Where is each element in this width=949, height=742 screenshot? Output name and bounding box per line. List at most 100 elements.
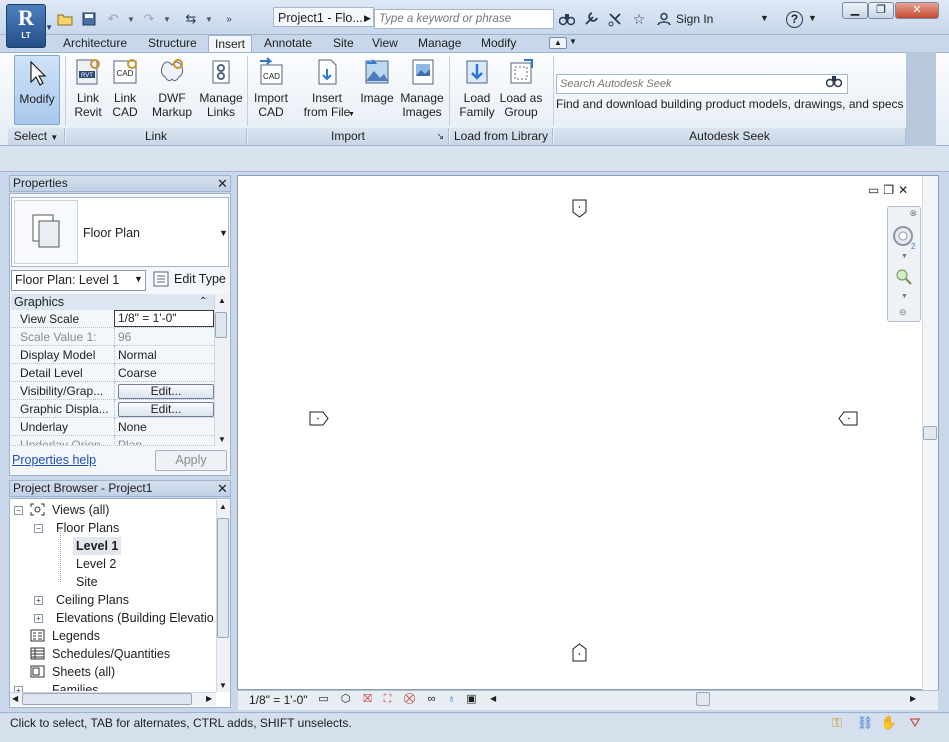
image-button[interactable]: Image (359, 55, 395, 105)
maximize-button[interactable]: ❐ (868, 2, 894, 19)
scroll-right-icon[interactable]: ▶ (206, 694, 212, 703)
redo-icon[interactable]: ↷ (140, 10, 158, 28)
prop-value[interactable]: Normal (114, 346, 214, 364)
prop-value[interactable]: Plan (114, 436, 214, 445)
search-input[interactable]: Type a keyword or phrase (374, 9, 554, 29)
dialog-launcher-icon[interactable]: ↘ (436, 128, 444, 145)
properties-help-link[interactable]: Properties help (12, 453, 96, 467)
close-icon[interactable]: ✕ (217, 481, 228, 496)
restore-icon[interactable]: ❐ (883, 183, 898, 197)
communication-center-icon[interactable] (582, 10, 600, 28)
close-button[interactable]: ✕ (895, 2, 939, 19)
scroll-up-icon[interactable]: ▲ (218, 296, 226, 305)
scrollbar-thumb[interactable] (696, 692, 710, 706)
visibility-edit-button[interactable]: Edit... (118, 384, 214, 399)
elevation-marker-north-icon[interactable] (572, 199, 587, 218)
manage-links-button[interactable]: Manage Links (197, 55, 245, 119)
expand-toggle-icon[interactable]: + (34, 596, 43, 605)
scroll-right-icon[interactable]: ▶ (910, 694, 916, 703)
tree-item-ceiling-plans[interactable]: Ceiling Plans (56, 591, 129, 609)
manage-images-button[interactable]: Manage Images (398, 55, 446, 119)
user-icon[interactable] (655, 10, 673, 28)
scrollbar-thumb[interactable] (22, 693, 192, 705)
scrollbar-thumb[interactable] (923, 426, 937, 440)
tab-insert[interactable]: Insert (208, 35, 253, 52)
options-icon[interactable]: ⊖ (899, 307, 907, 318)
chevron-down-icon[interactable]: ▼ (760, 13, 769, 23)
panel-label-select[interactable]: Select ▼ (8, 128, 65, 145)
chevron-down-icon[interactable]: ▼ (808, 13, 817, 23)
open-icon[interactable] (56, 10, 74, 28)
undo-dropdown-icon[interactable]: ▼ (122, 10, 140, 28)
sign-in-link[interactable]: Sign In (676, 12, 713, 26)
tree-item-sheets[interactable]: Sheets (all) (52, 663, 115, 681)
editable-only-icon[interactable]: ⚿ (828, 714, 846, 732)
apply-button[interactable]: Apply (155, 450, 227, 471)
close-icon[interactable]: ✕ (217, 176, 228, 191)
select-pinned-icon[interactable]: ✋ (880, 714, 898, 732)
binoculars-icon[interactable] (825, 74, 843, 91)
tree-item-legends[interactable]: Legends (52, 627, 100, 645)
seek-search-input[interactable]: Search Autodesk Seek (556, 74, 848, 94)
tree-item-views-all[interactable]: Views (all) (52, 501, 109, 519)
tab-view[interactable]: View (366, 35, 404, 52)
qat-more-icon[interactable]: » (220, 10, 238, 28)
drawing-canvas[interactable] (237, 175, 939, 690)
tree-item-families[interactable]: Families (52, 681, 99, 691)
show-crop-region-icon[interactable]: ⛶ (380, 692, 395, 707)
chevron-down-icon[interactable]: ▼ (134, 274, 143, 284)
tree-item-floor-plans[interactable]: Floor Plans (56, 519, 119, 537)
edit-type-button[interactable]: Edit Type (174, 272, 226, 286)
group-graphics[interactable]: Graphics (11, 294, 214, 310)
tab-architecture[interactable]: Architecture (57, 35, 133, 52)
reveal-hidden-icon[interactable]: ∞ (424, 692, 439, 707)
save-icon[interactable] (80, 10, 98, 28)
prop-value[interactable]: None (114, 418, 214, 436)
scrollbar-thumb[interactable] (217, 518, 229, 638)
tree-item-site[interactable]: Site (76, 573, 98, 591)
tab-modify[interactable]: Modify (475, 35, 522, 52)
application-menu-button[interactable]: R LT ▼ (6, 4, 53, 48)
scroll-left-icon[interactable]: ◀ (12, 694, 18, 703)
filter-icon[interactable]: ⛛ (906, 714, 924, 732)
tree-item-level-1[interactable]: Level 1 (73, 537, 122, 555)
visual-style-icon[interactable]: ⬡ (338, 692, 353, 707)
load-family-button[interactable]: Load Family (456, 55, 498, 119)
steering-wheel-2d-icon[interactable]: 2D (892, 225, 921, 254)
undo-icon[interactable]: ↶ (104, 10, 122, 28)
redo-dropdown-icon[interactable]: ▼ (158, 10, 176, 28)
import-cad-button[interactable]: CAD Import CAD (250, 55, 292, 119)
scroll-up-icon[interactable]: ▲ (219, 502, 227, 511)
help-icon[interactable]: ? (786, 11, 803, 28)
tab-site[interactable]: Site (327, 35, 360, 52)
scrollbar-thumb[interactable] (215, 312, 227, 338)
zoom-region-icon[interactable] (894, 267, 914, 290)
crop-view-icon[interactable]: ⛝ (360, 692, 375, 707)
chevron-down-icon[interactable]: ▼ (219, 228, 228, 238)
detail-level-icon[interactable]: ▭ (316, 692, 331, 707)
insert-from-file-button[interactable]: Insert from File (299, 55, 355, 119)
collapse-toggle-icon[interactable]: − (14, 506, 23, 515)
temporary-hide-icon[interactable]: ⛒ (402, 692, 417, 707)
tree-item-level-2[interactable]: Level 2 (76, 555, 116, 573)
minimize-icon[interactable]: ▭ (868, 183, 883, 197)
star-icon[interactable]: ☆ (630, 10, 648, 28)
close-icon[interactable]: ⊗ (909, 208, 917, 219)
edit-type-icon[interactable] (153, 271, 169, 287)
scroll-down-icon[interactable]: ▼ (219, 681, 227, 690)
graphic-display-edit-button[interactable]: Edit... (118, 402, 214, 417)
chevron-down-icon[interactable]: ▼ (901, 253, 908, 260)
tree-item-elevations[interactable]: Elevations (Building Elevation (56, 609, 214, 627)
view-scale-control[interactable]: 1/8" = 1'-0" (249, 693, 308, 707)
expand-toggle-icon[interactable]: + (34, 614, 43, 623)
chevron-down-icon[interactable]: ▼ (569, 37, 577, 46)
tree-item-schedules[interactable]: Schedules/Quantities (52, 645, 170, 663)
scroll-down-icon[interactable]: ▼ (218, 435, 226, 444)
tab-structure[interactable]: Structure (142, 35, 203, 52)
measure-icon[interactable]: ⇆ (182, 10, 200, 28)
dwf-markup-button[interactable]: DWF Markup (148, 55, 196, 119)
chevron-down-icon[interactable]: ▼ (348, 111, 355, 118)
minimize-button[interactable]: ▁ (842, 2, 868, 19)
elevation-marker-east-icon[interactable] (837, 411, 858, 426)
instance-filter-select[interactable]: Floor Plan: Level 1 (11, 270, 146, 291)
